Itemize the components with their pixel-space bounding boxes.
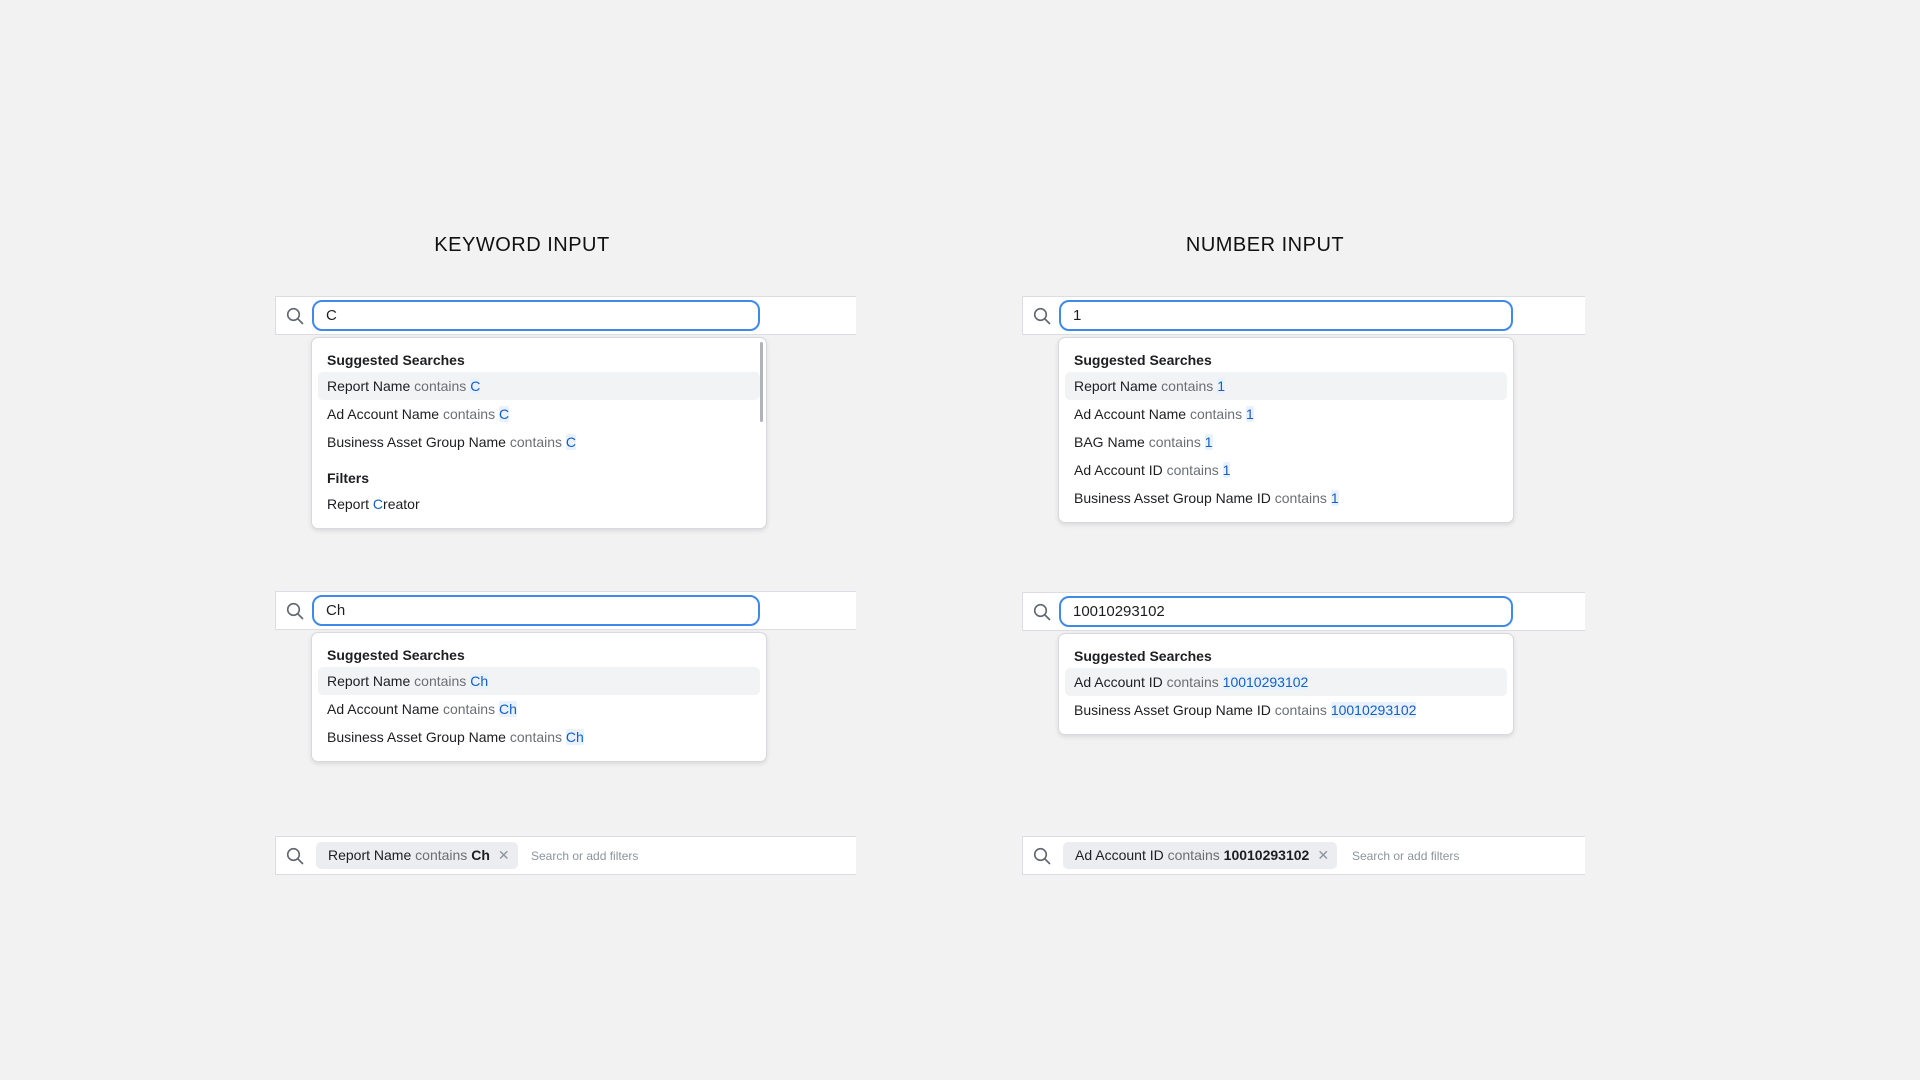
- suggestion-item[interactable]: BAG Name contains 1: [1065, 428, 1507, 456]
- search-icon[interactable]: [286, 847, 304, 865]
- search-icon[interactable]: [286, 602, 304, 620]
- suggestions-dropdown: Suggested Searches Report Name contains …: [1058, 337, 1514, 523]
- suggested-searches-heading: Suggested Searches: [327, 647, 465, 663]
- keyword-input-title: KEYWORD INPUT: [434, 234, 610, 256]
- scrollbar[interactable]: [760, 342, 763, 422]
- suggested-searches-heading: Suggested Searches: [327, 352, 465, 368]
- search-input[interactable]: 1: [1059, 300, 1513, 331]
- search-input[interactable]: Ch: [312, 595, 760, 626]
- suggestion-item[interactable]: Ad Account ID contains 10010293102: [1065, 668, 1507, 696]
- suggested-searches-heading: Suggested Searches: [1074, 648, 1212, 664]
- keyword-search-bar-2: Ch: [275, 591, 856, 630]
- number-input-title: NUMBER INPUT: [1185, 234, 1345, 256]
- suggestions-dropdown: Suggested Searches Ad Account ID contain…: [1058, 633, 1514, 735]
- suggestions-dropdown: Suggested Searches Report Name contains …: [311, 632, 767, 762]
- close-icon[interactable]: ✕: [498, 847, 510, 863]
- suggestion-item[interactable]: Ad Account ID contains 1: [1065, 456, 1507, 484]
- filters-heading: Filters: [327, 470, 370, 486]
- filter-item-report-creator[interactable]: Report Creator: [318, 490, 760, 518]
- suggestions-dropdown: Suggested Searches Report Name contains …: [311, 337, 767, 529]
- suggestion-item[interactable]: Ad Account Name contains C: [318, 400, 760, 428]
- suggestion-item[interactable]: Report Name contains Ch: [318, 667, 760, 695]
- suggestion-item[interactable]: Business Asset Group Name contains C: [318, 428, 760, 456]
- search-icon[interactable]: [286, 307, 304, 325]
- search-icon[interactable]: [1033, 307, 1051, 325]
- suggested-searches-heading: Suggested Searches: [1074, 352, 1212, 368]
- number-search-bar-3: Ad Account ID contains 10010293102 ✕ Sear…: [1022, 836, 1585, 875]
- filter-chip[interactable]: Ad Account ID contains 10010293102 ✕: [1063, 842, 1338, 869]
- keyword-search-bar-3: Report Name contains Ch ✕ Search or add f…: [275, 836, 856, 875]
- search-icon[interactable]: [1033, 847, 1051, 865]
- keyword-search-bar-1: C: [275, 296, 856, 335]
- close-icon[interactable]: ✕: [1317, 847, 1329, 863]
- suggestion-item[interactable]: Ad Account Name contains 1: [1065, 400, 1507, 428]
- suggestion-item[interactable]: Business Asset Group Name ID contains 1: [1065, 484, 1507, 512]
- search-input[interactable]: 10010293102: [1059, 596, 1513, 627]
- number-search-bar-1: 1: [1022, 296, 1585, 335]
- search-placeholder[interactable]: Search or add filters: [1352, 837, 1459, 876]
- suggestion-item[interactable]: Business Asset Group Name ID contains 10…: [1065, 696, 1507, 724]
- search-input[interactable]: C: [312, 300, 760, 331]
- search-icon[interactable]: [1033, 603, 1051, 621]
- search-placeholder[interactable]: Search or add filters: [531, 837, 638, 876]
- filter-chip[interactable]: Report Name contains Ch ✕: [316, 842, 518, 869]
- number-search-bar-2: 10010293102: [1022, 592, 1585, 631]
- suggestion-item[interactable]: Ad Account Name contains Ch: [318, 695, 760, 723]
- suggestion-item[interactable]: Report Name contains 1: [1065, 372, 1507, 400]
- suggestion-item[interactable]: Business Asset Group Name contains Ch: [318, 723, 760, 751]
- suggestion-item[interactable]: Report Name contains C: [318, 372, 760, 400]
